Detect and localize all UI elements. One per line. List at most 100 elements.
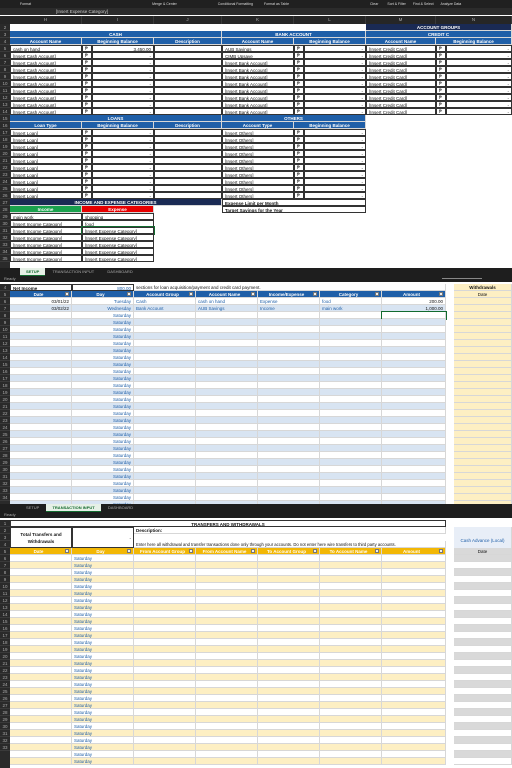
transfer-date[interactable] xyxy=(10,604,72,611)
zoom-slider[interactable] xyxy=(442,278,482,279)
transfer-cell[interactable] xyxy=(196,730,258,737)
row-number[interactable]: 10 xyxy=(0,326,10,333)
transfer-cell[interactable] xyxy=(382,653,446,660)
cash-advance-cell[interactable] xyxy=(454,702,512,709)
transfer-cell[interactable] xyxy=(382,590,446,597)
transaction-date[interactable] xyxy=(10,396,72,403)
transaction-cell[interactable] xyxy=(258,473,320,480)
transaction-cell[interactable] xyxy=(258,389,320,396)
transfer-cell[interactable] xyxy=(134,730,196,737)
cash-balance[interactable]: 3,450.00 xyxy=(92,45,154,52)
transaction-cell[interactable] xyxy=(320,424,382,431)
expense-category[interactable]: [Insert Expense Category] xyxy=(82,248,154,255)
transfer-cell[interactable] xyxy=(320,730,382,737)
row-number[interactable]: 34 xyxy=(0,494,10,501)
transfer-cell[interactable] xyxy=(320,744,382,751)
category-header[interactable]: Category xyxy=(320,291,382,298)
row-number[interactable]: 25 xyxy=(0,688,10,695)
transfer-cell[interactable] xyxy=(134,646,196,653)
day-header[interactable]: Day xyxy=(72,548,134,555)
transfer-cell[interactable] xyxy=(258,681,320,688)
withdrawals-cell[interactable] xyxy=(454,494,512,501)
transfer-cell[interactable] xyxy=(196,625,258,632)
bank-balance[interactable]: - xyxy=(304,101,366,108)
sheet-tab-dashboard[interactable]: DASHBOARD xyxy=(102,504,139,512)
transaction-date[interactable] xyxy=(10,319,72,326)
transaction-cell[interactable] xyxy=(196,438,258,445)
row-number[interactable]: 10 xyxy=(0,583,10,590)
transfer-cell[interactable] xyxy=(258,646,320,653)
transaction-day[interactable]: Saturday xyxy=(72,438,134,445)
row-number[interactable]: 21 xyxy=(0,660,10,667)
transaction-amount[interactable]: 200.00 xyxy=(382,298,446,305)
transfer-cell[interactable] xyxy=(134,555,196,562)
transfer-cell[interactable] xyxy=(258,604,320,611)
transaction-day[interactable]: Wednesday xyxy=(72,305,134,312)
transaction-cell[interactable] xyxy=(258,312,320,319)
cash-balance[interactable]: - xyxy=(92,87,154,94)
transaction-cell[interactable] xyxy=(196,347,258,354)
transaction-category[interactable]: main work xyxy=(320,305,382,312)
transfer-date[interactable] xyxy=(10,737,72,744)
credit-account-name[interactable]: [Insert Credit Card] xyxy=(366,59,436,66)
credit-account-name[interactable]: [Insert Credit Card] xyxy=(366,94,436,101)
bank-balance[interactable]: - xyxy=(304,59,366,66)
transaction-cell[interactable] xyxy=(320,326,382,333)
row-number[interactable]: 23 xyxy=(0,171,10,178)
transaction-cell[interactable] xyxy=(134,459,196,466)
others-balance[interactable]: - xyxy=(304,178,366,185)
row-number[interactable]: 2 xyxy=(0,527,10,534)
credit-account-name[interactable]: [Insert Credit Card] xyxy=(366,45,436,52)
transfer-cell[interactable] xyxy=(320,569,382,576)
row-number[interactable]: 31 xyxy=(0,227,10,234)
transaction-cell[interactable] xyxy=(196,424,258,431)
cash-description[interactable] xyxy=(154,73,222,80)
transfer-cell[interactable] xyxy=(382,632,446,639)
row-number[interactable]: 34 xyxy=(0,248,10,255)
transaction-cell[interactable] xyxy=(134,487,196,494)
ribbon-find-select[interactable]: Find & Select xyxy=(413,2,434,6)
row-number[interactable]: 13 xyxy=(0,101,10,108)
transaction-day[interactable]: Saturday xyxy=(72,494,134,501)
transaction-cell[interactable] xyxy=(134,382,196,389)
row-number[interactable]: 2 xyxy=(0,24,10,31)
transfer-cell[interactable] xyxy=(382,646,446,653)
formula-bar[interactable]: [Insert Expense Category] xyxy=(0,8,512,15)
transaction-cell[interactable] xyxy=(258,361,320,368)
filter-dropdown-icon[interactable] xyxy=(251,549,255,553)
transfer-cell[interactable] xyxy=(134,681,196,688)
row-number[interactable]: 15 xyxy=(0,115,10,122)
transfer-date[interactable] xyxy=(10,709,72,716)
row-number[interactable]: 22 xyxy=(0,410,10,417)
withdrawals-cell[interactable] xyxy=(454,466,512,473)
withdrawals-cell[interactable] xyxy=(454,459,512,466)
transfer-cell[interactable] xyxy=(134,583,196,590)
bank-balance[interactable]: - xyxy=(304,73,366,80)
row-number[interactable]: 13 xyxy=(0,347,10,354)
bank-balance[interactable]: - xyxy=(304,108,366,115)
transfer-cell[interactable] xyxy=(196,639,258,646)
transfer-cell[interactable] xyxy=(134,744,196,751)
transaction-cell[interactable] xyxy=(258,354,320,361)
cash-balance[interactable]: - xyxy=(92,108,154,115)
withdrawals-cell[interactable] xyxy=(454,431,512,438)
transfer-cell[interactable] xyxy=(134,688,196,695)
cash-balance[interactable]: - xyxy=(92,101,154,108)
row-number[interactable]: 6 xyxy=(0,298,10,305)
row-number[interactable]: 30 xyxy=(0,466,10,473)
transaction-cell[interactable] xyxy=(134,312,196,319)
transaction-date[interactable] xyxy=(10,438,72,445)
transaction-date[interactable] xyxy=(10,312,72,319)
transfer-cell[interactable] xyxy=(382,639,446,646)
transfer-cell[interactable] xyxy=(258,653,320,660)
transfer-cell[interactable] xyxy=(382,744,446,751)
row-number[interactable]: 5 xyxy=(0,548,10,555)
row-number[interactable]: 1 xyxy=(0,520,10,527)
transaction-cell[interactable] xyxy=(196,375,258,382)
transaction-day[interactable]: Saturday xyxy=(72,410,134,417)
cash-advance-cell[interactable] xyxy=(454,569,512,576)
to-account-name-header[interactable]: To Account Name xyxy=(320,548,382,555)
transfer-date[interactable] xyxy=(10,611,72,618)
ribbon-sort-filter[interactable]: Sort & Filter xyxy=(387,2,405,6)
row-number[interactable]: 7 xyxy=(0,59,10,66)
